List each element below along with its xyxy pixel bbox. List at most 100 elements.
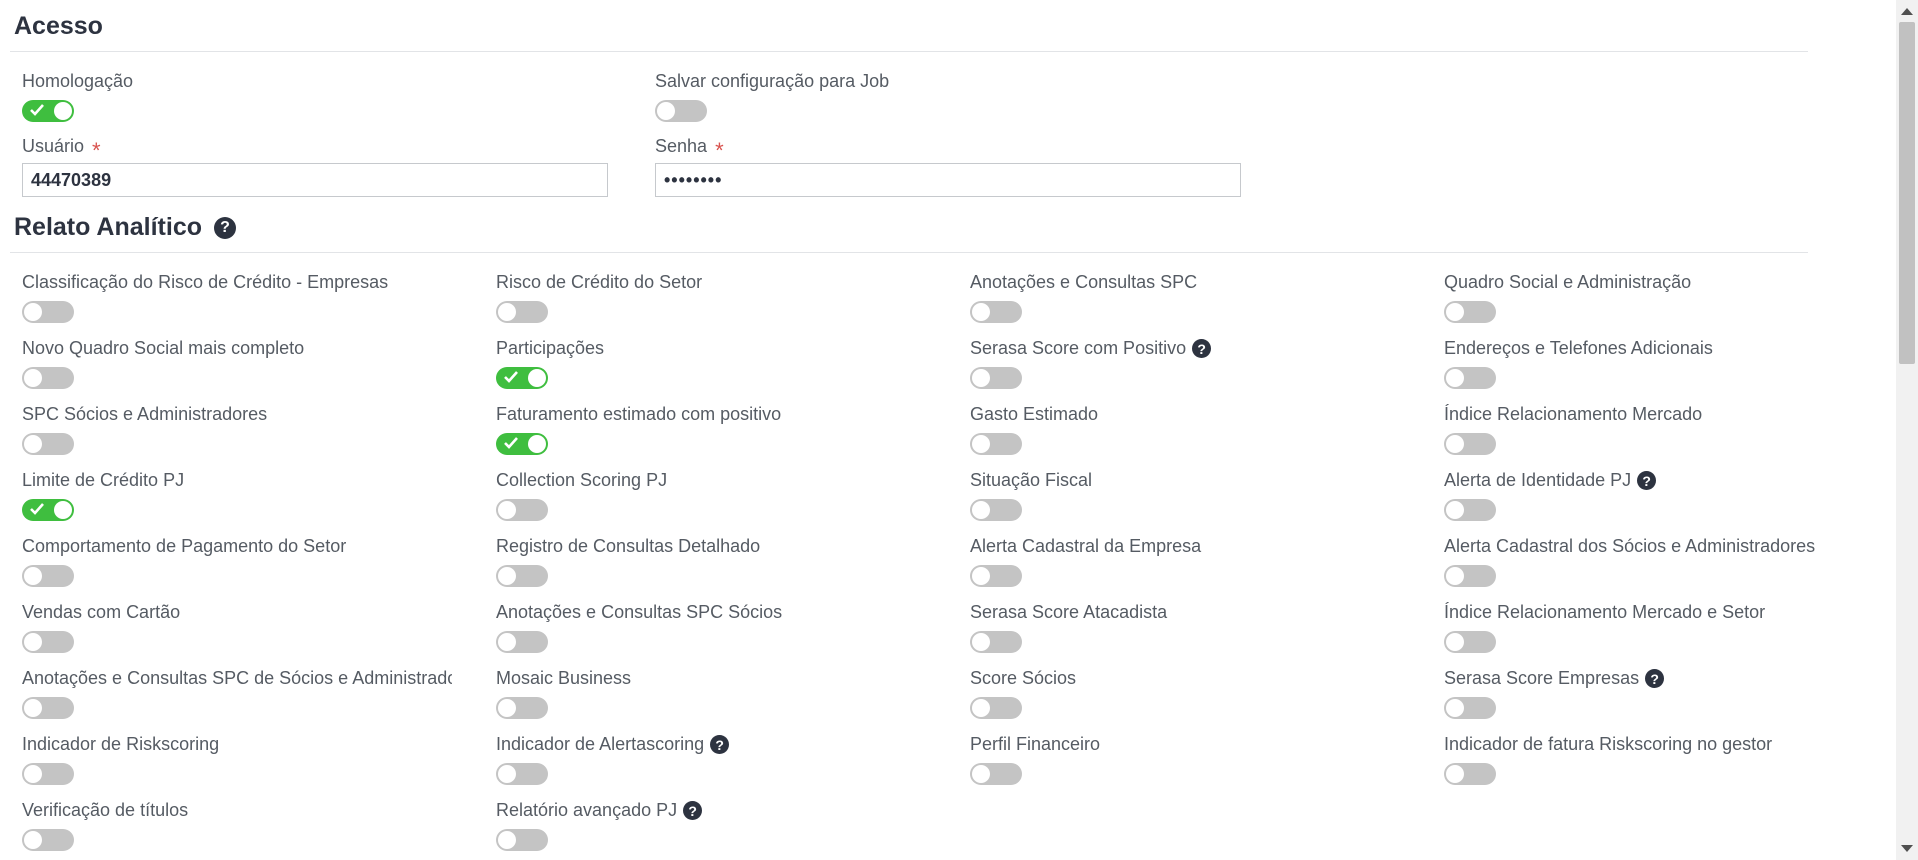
homologacao-toggle[interactable]: [22, 100, 74, 122]
toggle-knob: [972, 765, 990, 783]
relato-option-toggle[interactable]: [1444, 367, 1496, 389]
relato-option-label: Risco de Crédito do Setor: [496, 272, 702, 293]
scroll-down-arrow-icon[interactable]: [1901, 845, 1913, 852]
relato-option: Anotações e Consultas SPC Sócios: [496, 602, 782, 653]
required-asterisk: *: [92, 137, 101, 163]
relato-option: Verificação de títulos: [22, 800, 452, 851]
relato-option-toggle[interactable]: [970, 367, 1022, 389]
relato-option: SPC Sócios e Administradores: [22, 404, 452, 455]
relato-option-toggle[interactable]: [22, 763, 74, 785]
relato-option-label-text: Alerta Cadastral da Empresa: [970, 536, 1202, 556]
help-icon[interactable]: ?: [1637, 471, 1657, 490]
relato-option-toggle[interactable]: [496, 829, 548, 851]
relato-option-toggle[interactable]: [496, 565, 548, 587]
relato-option-label: Alerta de Identidade PJ?: [1444, 470, 1657, 491]
acesso-title-text: Acesso: [14, 12, 103, 40]
relato-option-toggle[interactable]: [1444, 433, 1496, 455]
relato-option: Anotações e Consultas SPC de Sócios e Ad…: [22, 668, 452, 719]
toggle-knob: [498, 567, 516, 585]
relato-option-label-text: Gasto Estimado: [970, 404, 1099, 424]
relato-option-toggle[interactable]: [496, 697, 548, 719]
relato-option-toggle[interactable]: [496, 499, 548, 521]
toggle-knob: [498, 831, 516, 849]
toggle-knob: [972, 633, 990, 651]
toggle-knob: [498, 303, 516, 321]
relato-option-label-text: Faturamento estimado com positivo: [496, 404, 782, 424]
relato-option-label: Relatório avançado PJ?: [496, 800, 703, 821]
relato-option-toggle[interactable]: [496, 433, 548, 455]
relato-option-toggle[interactable]: [970, 433, 1022, 455]
relato-option-toggle[interactable]: [970, 499, 1022, 521]
help-icon[interactable]: ?: [1192, 339, 1212, 358]
salvar-job-toggle[interactable]: [655, 100, 707, 122]
relato-option-label-text: Vendas com Cartão: [22, 602, 181, 622]
relato-option-toggle[interactable]: [22, 631, 74, 653]
relato-option-toggle[interactable]: [496, 763, 548, 785]
relato-title-text: Relato Analítico: [14, 213, 202, 241]
relato-option-label-text: Serasa Score Atacadista: [970, 602, 1168, 622]
relato-option-toggle[interactable]: [22, 367, 74, 389]
relato-option-toggle[interactable]: [496, 301, 548, 323]
relato-option-toggle[interactable]: [22, 499, 74, 521]
relato-option-toggle[interactable]: [1444, 763, 1496, 785]
usuario-input[interactable]: [22, 163, 608, 197]
toggle-knob: [1446, 633, 1464, 651]
scrollbar-thumb[interactable]: [1899, 22, 1915, 364]
relato-option-label: Serasa Score Empresas?: [1444, 668, 1665, 689]
relato-option-toggle[interactable]: [22, 697, 74, 719]
help-icon[interactable]: ?: [1645, 669, 1665, 688]
relato-option-toggle[interactable]: [970, 697, 1022, 719]
help-icon[interactable]: ?: [710, 735, 730, 754]
relato-option-toggle[interactable]: [970, 763, 1022, 785]
relato-option-toggle[interactable]: [496, 631, 548, 653]
relato-option-label: Classificação do Risco de Crédito - Empr…: [22, 272, 452, 293]
relato-option-toggle[interactable]: [22, 829, 74, 851]
relato-option-toggle[interactable]: [22, 301, 74, 323]
toggle-knob: [1446, 303, 1464, 321]
relato-option-label-text: Índice Relacionamento Mercado e Setor: [1444, 602, 1766, 622]
usuario-label: Usuário *: [22, 136, 608, 163]
relato-option-toggle[interactable]: [970, 631, 1022, 653]
relato-option-label: Anotações e Consultas SPC Sócios: [496, 602, 782, 623]
senha-input[interactable]: [655, 163, 1241, 197]
relato-option-label: Registro de Consultas Detalhado: [496, 536, 760, 557]
check-icon: [504, 437, 518, 449]
help-icon[interactable]: ?: [214, 216, 236, 239]
relato-option-toggle[interactable]: [1444, 565, 1496, 587]
relato-option-toggle[interactable]: [1444, 499, 1496, 521]
field-homologacao: Homologação: [22, 71, 133, 122]
relato-option-toggle[interactable]: [970, 301, 1022, 323]
relato-option-label-text: Mosaic Business: [496, 668, 632, 688]
relato-option-label-text: Registro de Consultas Detalhado: [496, 536, 761, 556]
relato-option-label-text: Risco de Crédito do Setor: [496, 272, 703, 292]
relato-option-label: Serasa Score Atacadista: [970, 602, 1167, 623]
relato-option-label-text: Alerta de Identidade PJ: [1444, 470, 1632, 490]
relato-option-label: Novo Quadro Social mais completo: [22, 338, 452, 359]
relato-option-toggle[interactable]: [22, 433, 74, 455]
check-icon: [30, 503, 44, 515]
relato-option-label-text: Collection Scoring PJ: [496, 470, 668, 490]
relato-option: Indicador de Riskscoring: [22, 734, 452, 785]
relato-option-toggle[interactable]: [22, 565, 74, 587]
divider: [10, 252, 1808, 253]
relato-option-label: Limite de Crédito PJ: [22, 470, 452, 491]
relato-option-label: Faturamento estimado com positivo: [496, 404, 781, 425]
relato-option-label-text: Indicador de Alertascoring: [496, 734, 705, 754]
toggle-knob: [972, 699, 990, 717]
required-asterisk: *: [715, 137, 724, 163]
relato-option-label: Quadro Social e Administração: [1444, 272, 1691, 293]
relato-option-toggle[interactable]: [1444, 301, 1496, 323]
section-title-acesso: Acesso: [14, 12, 103, 41]
help-icon[interactable]: ?: [683, 801, 703, 820]
relato-option-toggle[interactable]: [1444, 697, 1496, 719]
relato-option-label-text: Relatório avançado PJ: [496, 800, 678, 820]
relato-option-toggle[interactable]: [496, 367, 548, 389]
vertical-scrollbar[interactable]: [1896, 0, 1918, 860]
relato-option-toggle[interactable]: [970, 565, 1022, 587]
relato-option-label-text: Serasa Score com Positivo: [970, 338, 1187, 358]
relato-option-label-text: Participações: [496, 338, 605, 358]
field-salvar-job: Salvar configuração para Job: [655, 71, 889, 122]
relato-option-toggle[interactable]: [1444, 631, 1496, 653]
scroll-up-arrow-icon[interactable]: [1901, 8, 1913, 15]
field-senha: Senha *: [655, 136, 1241, 197]
